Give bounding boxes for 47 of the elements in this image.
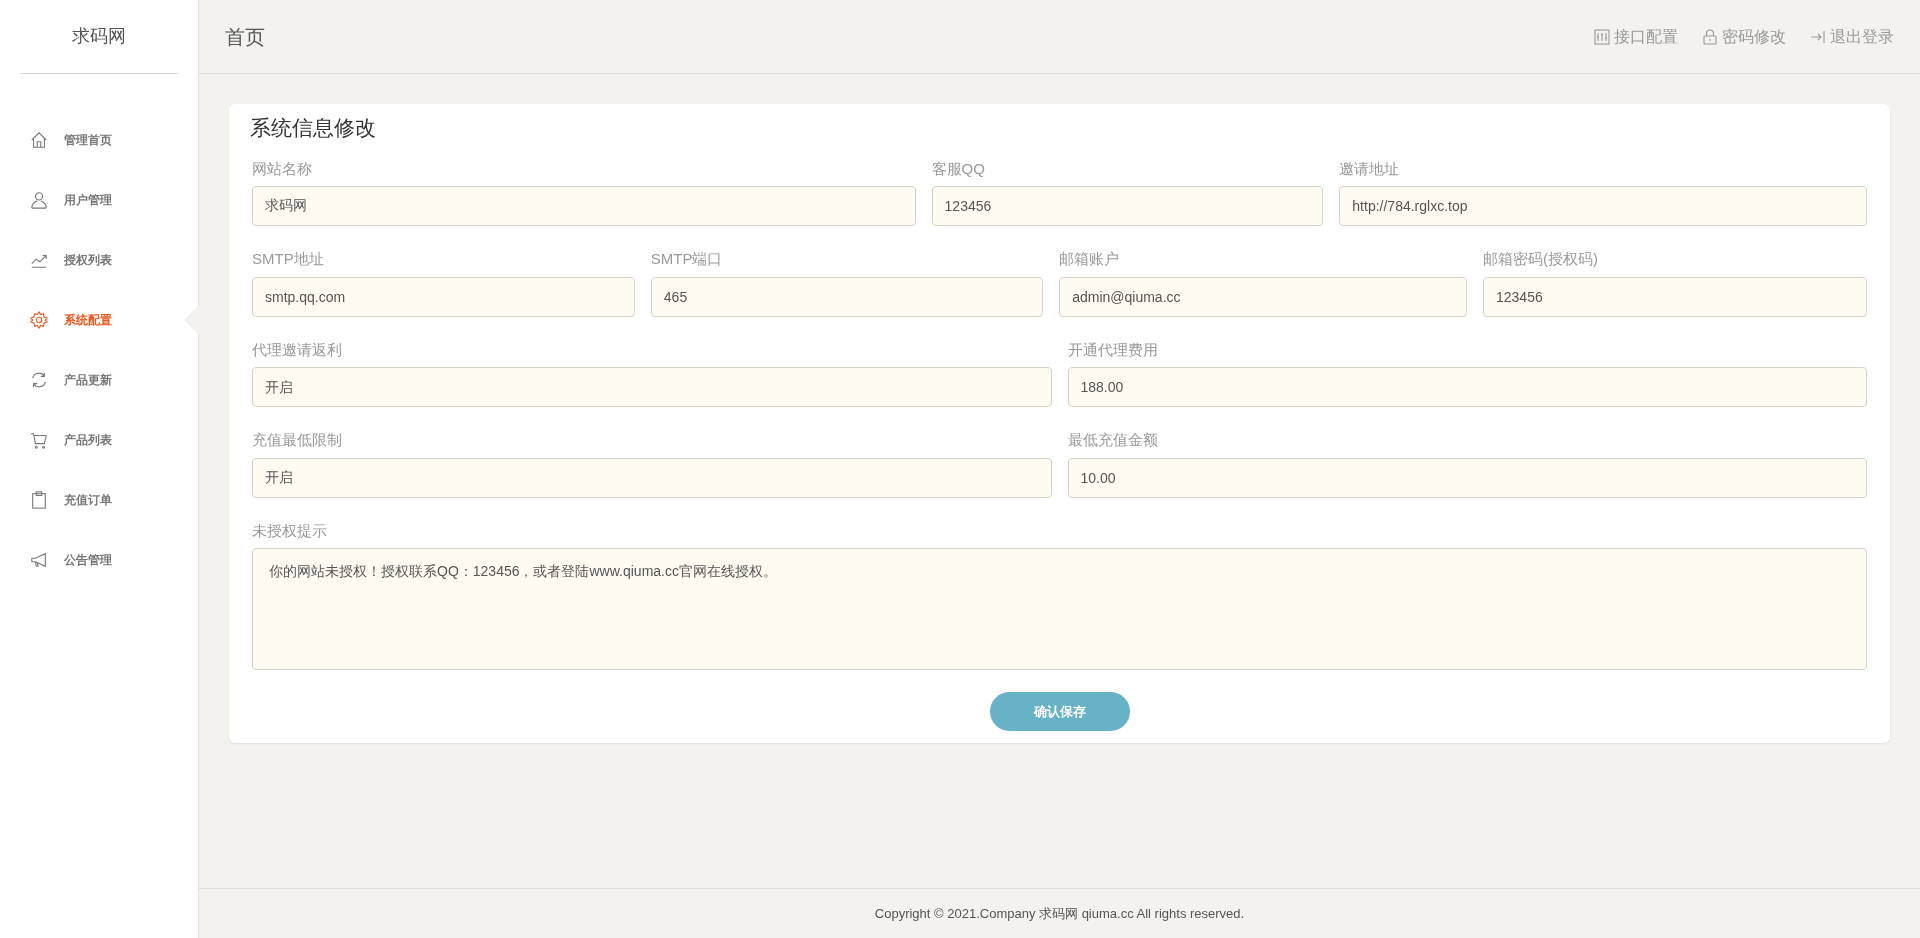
- field-label: 邮箱账户: [1059, 249, 1121, 269]
- field-label: 客服QQ: [931, 158, 986, 179]
- sidebar-item[interactable]: 管理首页: [0, 110, 198, 170]
- lock-icon: [1702, 28, 1718, 45]
- megaphone-icon: [30, 551, 48, 569]
- gear-icon: [30, 311, 48, 329]
- sidebar-item[interactable]: 授权列表: [0, 230, 198, 290]
- sidebar-item[interactable]: 用户管理: [0, 170, 198, 230]
- page-title: 首页: [225, 24, 265, 50]
- field-label: 网站名称: [252, 158, 313, 179]
- field-label: 开通代理费用: [1067, 339, 1159, 360]
- field-label: 最低充值金额: [1067, 430, 1159, 450]
- field-label: 邮箱密码(授权码): [1483, 249, 1599, 269]
- field-label: SMTP地址: [252, 249, 325, 269]
- user-icon: [30, 191, 48, 209]
- input-field[interactable]: 123456: [931, 186, 1324, 226]
- sidebar-item[interactable]: 产品更新: [0, 350, 198, 410]
- select-field[interactable]: 开启: [252, 367, 1052, 407]
- sidebar-item[interactable]: 公告管理: [0, 530, 198, 590]
- input-field[interactable]: smtp.qq.com: [252, 276, 635, 317]
- sidebar-item[interactable]: 系统配置: [0, 290, 198, 350]
- home-icon: [30, 131, 48, 149]
- input-field[interactable]: 10.00: [1067, 457, 1867, 498]
- field-label: 充值最低限制: [252, 430, 343, 450]
- footer-text: Copyright © 2021.Company 求码网 qiuma.cc All rights reserved.: [874, 904, 1245, 923]
- input-field[interactable]: admin@qiuma.cc: [1059, 276, 1467, 317]
- textarea-field[interactable]: 你的网站未授权！授权联系QQ：123456，或者登陆www.qiuma.cc官网在线授权。: [252, 548, 1867, 670]
- field-label: 未授权提示: [252, 520, 328, 541]
- input-field[interactable]: 188.00: [1067, 367, 1867, 407]
- active-pointer: [184, 305, 199, 335]
- field-label: 邀请地址: [1339, 158, 1401, 179]
- form-title: 系统信息修改: [249, 115, 377, 141]
- field-label: SMTP端口: [650, 249, 724, 269]
- input-field[interactable]: 123456: [1483, 276, 1867, 317]
- field-label: 代理邀请返利: [252, 339, 343, 360]
- sliders-icon: [1594, 28, 1610, 45]
- refresh-icon: [30, 371, 48, 389]
- input-field[interactable]: http://784.rglxc.top: [1339, 186, 1867, 226]
- input-field[interactable]: 465: [650, 276, 1044, 317]
- cart-icon: [30, 431, 48, 449]
- logout-arrow-icon: [1810, 28, 1826, 45]
- sidebar-item[interactable]: 充值订单: [0, 470, 198, 530]
- clipboard-icon: [30, 491, 48, 509]
- input-field[interactable]: 求码网: [252, 186, 916, 226]
- site-logo-text: 求码网: [72, 25, 126, 48]
- select-field[interactable]: 开启: [252, 457, 1052, 498]
- sidebar-item[interactable]: 产品列表: [0, 410, 198, 470]
